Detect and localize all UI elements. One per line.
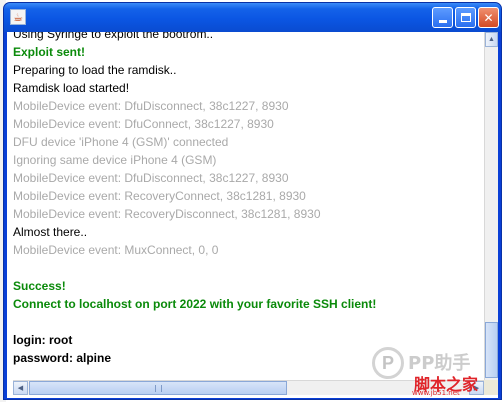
pp-logo-icon: P <box>372 347 404 379</box>
scroll-left-button[interactable]: ◀ <box>13 381 28 395</box>
log-line: Ignoring same device iPhone 4 (GSM) <box>13 153 217 167</box>
log-line: Exploit sent! <box>13 45 86 59</box>
app-window: ☕ ✕ Using Syringe to exploit the bootrom… <box>3 2 502 400</box>
maximize-button[interactable] <box>455 7 476 28</box>
close-button[interactable]: ✕ <box>478 7 499 28</box>
log-text-area[interactable]: Using Syringe to exploit the bootrom.. Ex… <box>13 32 483 380</box>
vertical-scrollbar[interactable]: ▲ <box>484 32 498 380</box>
log-line: Using Syringe to exploit the bootrom.. <box>13 32 214 41</box>
log-line: Success! <box>13 279 66 293</box>
log-line: Almost there.. <box>13 225 88 239</box>
log-line: MobileDevice event: MuxConnect, 0, 0 <box>13 243 219 257</box>
minimize-icon <box>438 20 447 23</box>
log-line: DFU device 'iPhone 4 (GSM)' connected <box>13 135 229 149</box>
log-line: Preparing to load the ramdisk.. <box>13 63 177 77</box>
chevron-left-icon: ◀ <box>17 385 24 392</box>
chevron-up-icon: ▲ <box>488 36 495 43</box>
log-line: MobileDevice event: DfuDisconnect, 38c12… <box>13 171 289 185</box>
log-line: password: alpine <box>13 351 112 365</box>
watermark: P PP助手 脚本之家 www.jb51.net <box>368 345 502 400</box>
log-line: Connect to localhost on port 2022 with y… <box>13 297 377 311</box>
minimize-button[interactable] <box>432 7 453 28</box>
log-line: login: root <box>13 333 73 347</box>
scroll-up-button[interactable]: ▲ <box>485 32 498 47</box>
log-line: Ramdisk load started! <box>13 81 130 95</box>
maximize-icon <box>460 13 471 22</box>
log-line: MobileDevice event: DfuDisconnect, 38c12… <box>13 99 289 113</box>
title-bar[interactable]: ☕ ✕ <box>4 3 501 32</box>
watermark-url: www.jb51.net <box>412 389 460 397</box>
close-icon: ✕ <box>483 10 494 25</box>
log-line: MobileDevice event: RecoveryConnect, 38c… <box>13 189 306 203</box>
log-panel: Using Syringe to exploit the bootrom.. Ex… <box>7 32 498 398</box>
horizontal-scroll-thumb[interactable] <box>29 381 287 395</box>
log-line: MobileDevice event: DfuConnect, 38c1227,… <box>13 117 274 131</box>
java-app-icon[interactable]: ☕ <box>10 9 26 25</box>
grip-icon <box>154 384 162 392</box>
log-line: MobileDevice event: RecoveryDisconnect, … <box>13 207 321 221</box>
